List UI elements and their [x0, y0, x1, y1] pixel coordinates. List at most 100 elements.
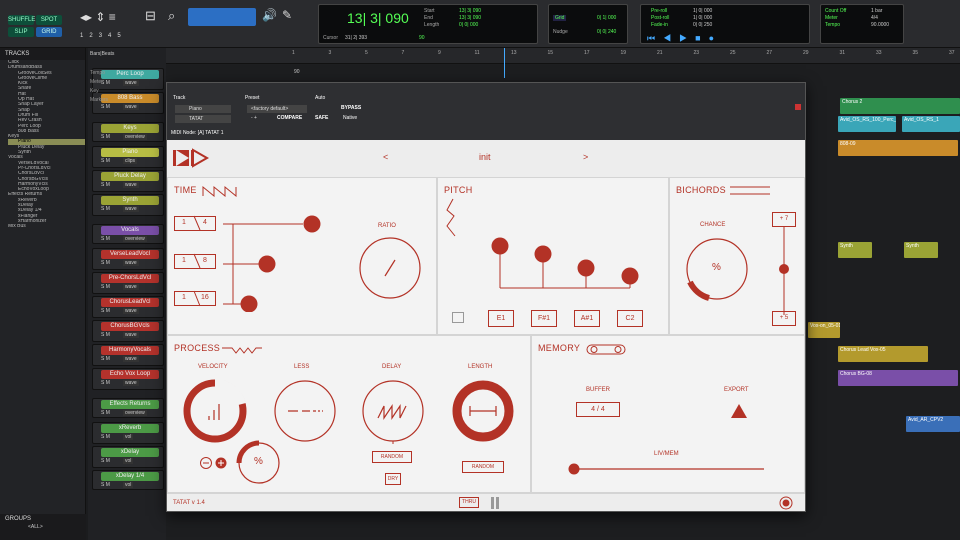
track-header[interactable]: xDelay S M vol [92, 446, 164, 468]
track-view-selector[interactable]: vol [123, 434, 134, 440]
track-view-selector[interactable]: wave [123, 332, 139, 338]
track-name[interactable]: Echo Vox Loop [101, 370, 159, 379]
track-header[interactable]: Piano S M clips [92, 146, 164, 168]
time-node-graph[interactable] [223, 212, 333, 312]
safe-button[interactable]: SAFE [315, 115, 328, 121]
countoff-bars[interactable]: 1 bar [871, 8, 889, 15]
track-view-selector[interactable]: wave [123, 284, 139, 290]
solo-mute-buttons[interactable]: S M [101, 260, 110, 266]
ratio-knob[interactable] [358, 236, 422, 300]
zoom-preset-3[interactable]: 3 [99, 33, 102, 39]
track-name[interactable]: Synth [101, 196, 159, 205]
bichord-slider[interactable] [774, 227, 794, 317]
audio-clip[interactable]: Synth [904, 242, 938, 258]
preset-next-button[interactable]: > [583, 152, 588, 162]
solo-mute-buttons[interactable]: S M [101, 158, 110, 164]
track-header[interactable]: Keys S M overview [92, 122, 164, 142]
track-name[interactable]: Keys [101, 124, 159, 133]
insert-selector[interactable]: TATAT [175, 115, 231, 123]
track-name[interactable]: 808 Bass [101, 94, 159, 103]
grid-value[interactable]: 0| 1| 000 [597, 15, 616, 21]
slip-mode-button[interactable]: SLIP [8, 27, 34, 37]
bypass-button[interactable]: BYPASS [341, 105, 361, 111]
track-name[interactable]: ChorusBGVcls [101, 322, 159, 331]
track-view-selector[interactable]: overview [123, 410, 147, 416]
audio-clip[interactable]: Synth [838, 242, 872, 258]
track-view-selector[interactable]: wave [123, 104, 139, 110]
solo-mute-buttons[interactable]: S M [101, 458, 110, 464]
pitch-note-fs1[interactable]: F#1 [531, 310, 557, 327]
track-header[interactable]: ChorusBGVcls S M wave [92, 320, 164, 342]
group-all[interactable]: <ALL> [0, 524, 86, 530]
delay-random-button[interactable]: RANDOM [372, 451, 412, 463]
tempo-right-value[interactable]: 90.0000 [871, 22, 889, 29]
audio-clip[interactable]: Chorus BG-08 [838, 370, 958, 386]
solo-mute-buttons[interactable]: S M [101, 236, 110, 242]
native-button[interactable]: Native [343, 115, 357, 121]
pitch-note-c2[interactable]: C2 [617, 310, 643, 327]
length-random-button[interactable]: RANDOM [462, 461, 504, 473]
livmem-slider[interactable] [568, 462, 768, 476]
piano-keys-icon[interactable] [452, 312, 464, 323]
preroll-value[interactable]: 1| 0| 000 [693, 8, 712, 15]
edit-tools-group[interactable] [188, 8, 256, 26]
zoom-icons[interactable]: ◂▸ ⇕ ≡ [80, 10, 116, 24]
countoff-button[interactable]: Count Off [825, 8, 846, 15]
transport-buttons[interactable]: ⏮◀▶■● [647, 33, 722, 44]
track-name[interactable]: xDelay [101, 448, 159, 457]
speaker-icon[interactable]: 🔊 [262, 8, 277, 22]
buffer-selector[interactable]: 4 / 4 [576, 402, 620, 417]
zoom-preset-4[interactable]: 4 [108, 33, 111, 39]
audio-clip[interactable]: 808-09 [838, 140, 958, 156]
playhead-marker[interactable] [504, 48, 505, 78]
track-view-selector[interactable]: overview [123, 134, 147, 140]
track-view-selector[interactable]: wave [123, 182, 139, 188]
less-knob[interactable] [272, 378, 338, 444]
solo-mute-buttons[interactable]: S M [101, 356, 110, 362]
track-view-selector[interactable]: wave [123, 80, 139, 86]
track-view-selector[interactable]: vol [123, 482, 134, 488]
pitch-note-as1[interactable]: A#1 [574, 310, 600, 327]
delay-dry-button[interactable]: DRY [385, 473, 401, 485]
track-name[interactable]: xReverb [101, 424, 159, 433]
export-triangle-icon[interactable] [730, 403, 748, 419]
trim-tool-icon[interactable]: ⊟ [145, 8, 156, 24]
track-name[interactable]: Perc Loop [101, 70, 159, 79]
shuffle-mode-button[interactable]: SHUFFLE [8, 15, 35, 25]
track-list-item[interactable]: Mix Bus [8, 224, 85, 229]
track-view-selector[interactable]: wave [123, 380, 139, 386]
solo-mute-buttons[interactable]: S M [101, 284, 110, 290]
track-header[interactable]: ChorusLeadVcl S M wave [92, 296, 164, 318]
meter-value[interactable]: 4/4 [871, 15, 889, 22]
solo-mute-buttons[interactable]: S M [101, 134, 110, 140]
track-header[interactable]: Synth S M wave [92, 194, 164, 216]
track-header[interactable]: Vocals S M overview [92, 224, 164, 244]
track-header[interactable]: Pre-ChorsLdVcl S M wave [92, 272, 164, 294]
track-selector[interactable]: Piano [175, 105, 231, 113]
thru-button[interactable]: THRU [459, 497, 479, 508]
solo-mute-buttons[interactable]: S M [101, 482, 110, 488]
track-name[interactable]: xDelay 1/4 [101, 472, 159, 481]
postroll-label[interactable]: Post-roll [651, 15, 669, 22]
main-counter[interactable]: 13| 3| 090 [347, 10, 409, 26]
solo-mute-buttons[interactable]: S M [101, 206, 110, 212]
track-name[interactable]: HarmonyVocals [101, 346, 159, 355]
delay-knob[interactable] [360, 378, 426, 444]
audio-clip[interactable]: Avid_AR_CPV2 [906, 416, 960, 432]
track-view-selector[interactable]: wave [123, 206, 139, 212]
length-knob[interactable] [450, 378, 516, 444]
preset-prev-button[interactable]: < [383, 152, 388, 162]
zoom-tool-icon[interactable]: ⌕ [168, 8, 175, 24]
audio-clip[interactable]: Avid_OS_RS_100_Perc_ [838, 116, 896, 132]
solo-mute-buttons[interactable]: S M [101, 332, 110, 338]
audio-clip[interactable]: Chorus 2 [840, 98, 960, 114]
track-header[interactable]: xDelay 1/4 S M vol [92, 470, 164, 490]
velocity-knob[interactable] [182, 378, 248, 444]
zoom-preset-2[interactable]: 2 [89, 33, 92, 39]
solo-mute-buttons[interactable]: S M [101, 380, 110, 386]
tempo-marker[interactable]: 90 [294, 69, 300, 75]
plugin-close-icon[interactable] [795, 104, 801, 110]
length-value[interactable]: 0| 0| 000 [459, 22, 481, 29]
bichord-bottom-button[interactable]: + 5 [772, 311, 796, 326]
timeline-ruler[interactable]: Bars|Beats 1 3 5 7 9 11 13 15 17 19 21 23 25 27 29 31 33… [90, 48, 960, 64]
